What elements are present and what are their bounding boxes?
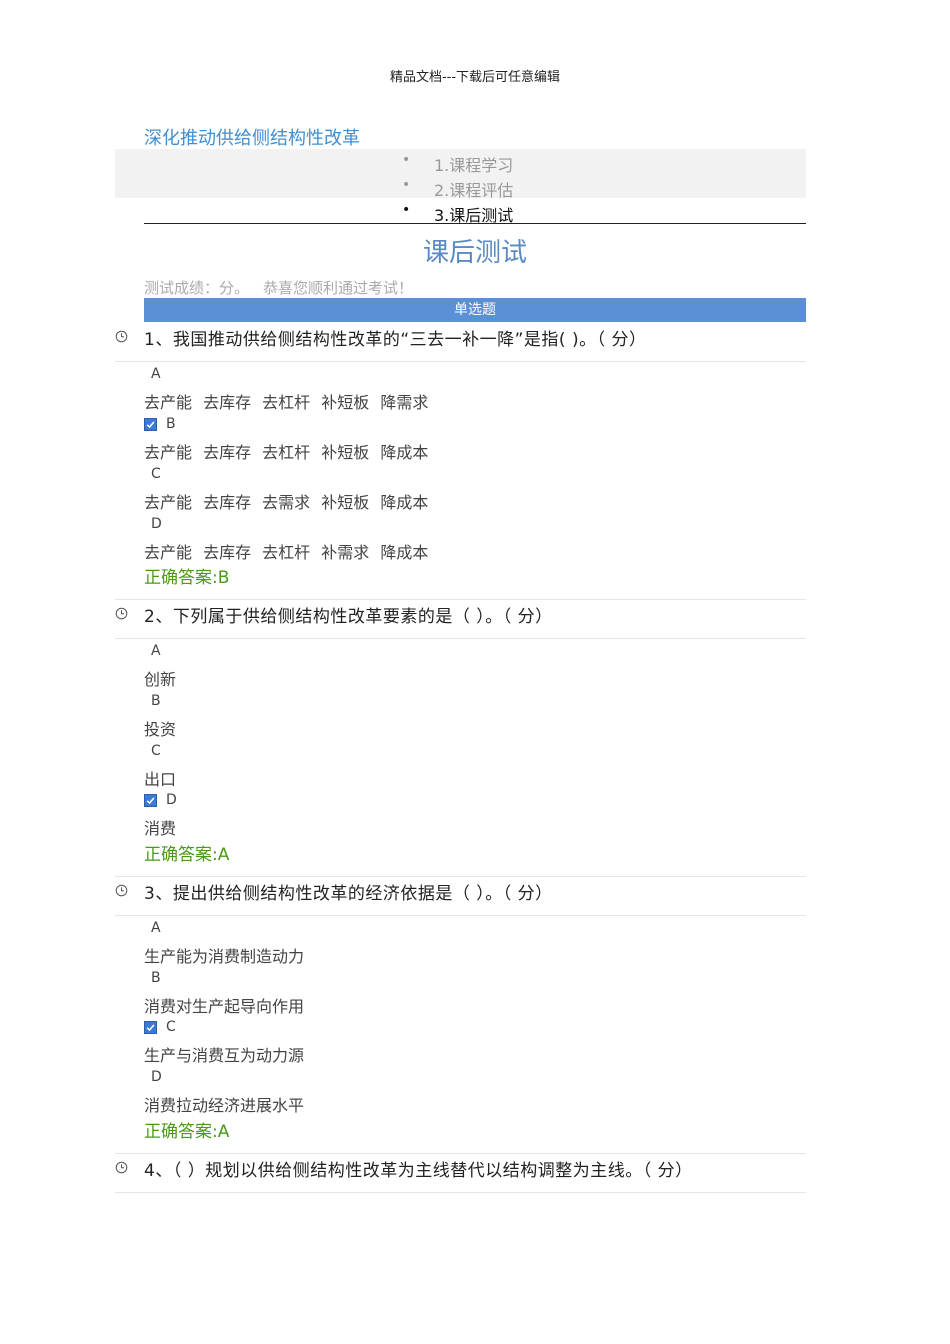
option-text: 生产与消费互为动力源 xyxy=(144,1046,305,1065)
page-header-note: 精品文档---下载后可任意编辑 xyxy=(389,70,561,85)
option-letter-d[interactable]: D xyxy=(151,516,162,532)
option-text: 创新 xyxy=(144,670,177,689)
option-text: 投资 xyxy=(144,720,177,739)
nav-item-label: 2.课程评估 xyxy=(434,181,514,200)
correct-answer: 正确答案:B xyxy=(144,568,230,588)
section-header-single-choice: 单选题 xyxy=(144,298,806,322)
correct-answer: 正确答案:A xyxy=(144,845,230,865)
option-text: 去产能 去库存 去杠杆 补需求 降成本 xyxy=(144,543,429,562)
question-divider xyxy=(115,915,806,916)
score-line: 测试成绩：分。 恭喜您顺利通过考试！ xyxy=(144,277,413,298)
option-letter-a[interactable]: A xyxy=(151,920,161,936)
checkbox-checked-icon[interactable] xyxy=(144,794,157,807)
bullet-icon: • xyxy=(402,152,411,168)
option-letter-c[interactable]: C xyxy=(151,466,161,482)
option-text: 消费 xyxy=(144,819,177,838)
score-label: 测试成绩：分。 xyxy=(144,279,250,297)
clock-icon xyxy=(115,1161,128,1174)
option-letter-b[interactable]: B xyxy=(151,970,161,986)
question-text: 1、我国推动供给侧结构性改革的“三去一补一降”是指( )。（ 分） xyxy=(144,330,647,350)
bullet-icon: • xyxy=(402,177,411,193)
question-divider xyxy=(115,1192,806,1193)
correct-answer: 正确答案:A xyxy=(144,1122,230,1142)
score-message: 恭喜您顺利通过考试！ xyxy=(263,279,414,297)
question-divider xyxy=(115,361,806,362)
option-text: 消费对生产起导向作用 xyxy=(144,997,305,1016)
option-letter-b[interactable]: B xyxy=(151,693,161,709)
option-letter-d[interactable]: D xyxy=(166,792,177,808)
question-divider xyxy=(115,599,806,600)
option-text: 消费拉动经济进展水平 xyxy=(144,1096,305,1115)
option-letter-c[interactable]: C xyxy=(151,743,161,759)
nav-divider xyxy=(144,223,806,224)
option-letter-d[interactable]: D xyxy=(151,1069,162,1085)
option-letter-b[interactable]: B xyxy=(166,416,176,432)
question-divider xyxy=(115,1153,806,1154)
checkbox-checked-icon[interactable] xyxy=(144,1021,157,1034)
option-letter-c[interactable]: C xyxy=(166,1019,176,1035)
question-text: 3、提出供给侧结构性改革的经济依据是（ ）。（ 分） xyxy=(144,884,553,904)
clock-icon xyxy=(115,884,128,897)
clock-icon xyxy=(115,607,128,620)
clock-icon xyxy=(115,330,128,343)
bullet-icon: • xyxy=(402,202,411,218)
course-title[interactable]: 深化推动供给侧结构性改革 xyxy=(144,124,360,150)
question-divider xyxy=(115,876,806,877)
option-letter-a[interactable]: A xyxy=(151,366,161,382)
nav-item-label: 1.课程学习 xyxy=(434,156,514,175)
page-title: 课后测试 xyxy=(422,238,527,268)
question-text: 2、下列属于供给侧结构性改革要素的是（ ）。（ 分） xyxy=(144,607,553,627)
option-letter-a[interactable]: A xyxy=(151,643,161,659)
question-text: 4、（ ）规划以供给侧结构性改革为主线替代以结构调整为主线。（ 分） xyxy=(144,1161,693,1181)
option-text: 出口 xyxy=(144,770,177,789)
checkbox-checked-icon[interactable] xyxy=(144,418,157,431)
option-text: 生产能为消费制造动力 xyxy=(144,947,305,966)
option-text: 去产能 去库存 去杠杆 补短板 降成本 xyxy=(144,443,429,462)
option-text: 去产能 去库存 去需求 补短板 降成本 xyxy=(144,493,429,512)
option-text: 去产能 去库存 去杠杆 补短板 降需求 xyxy=(144,393,429,412)
question-divider xyxy=(115,638,806,639)
